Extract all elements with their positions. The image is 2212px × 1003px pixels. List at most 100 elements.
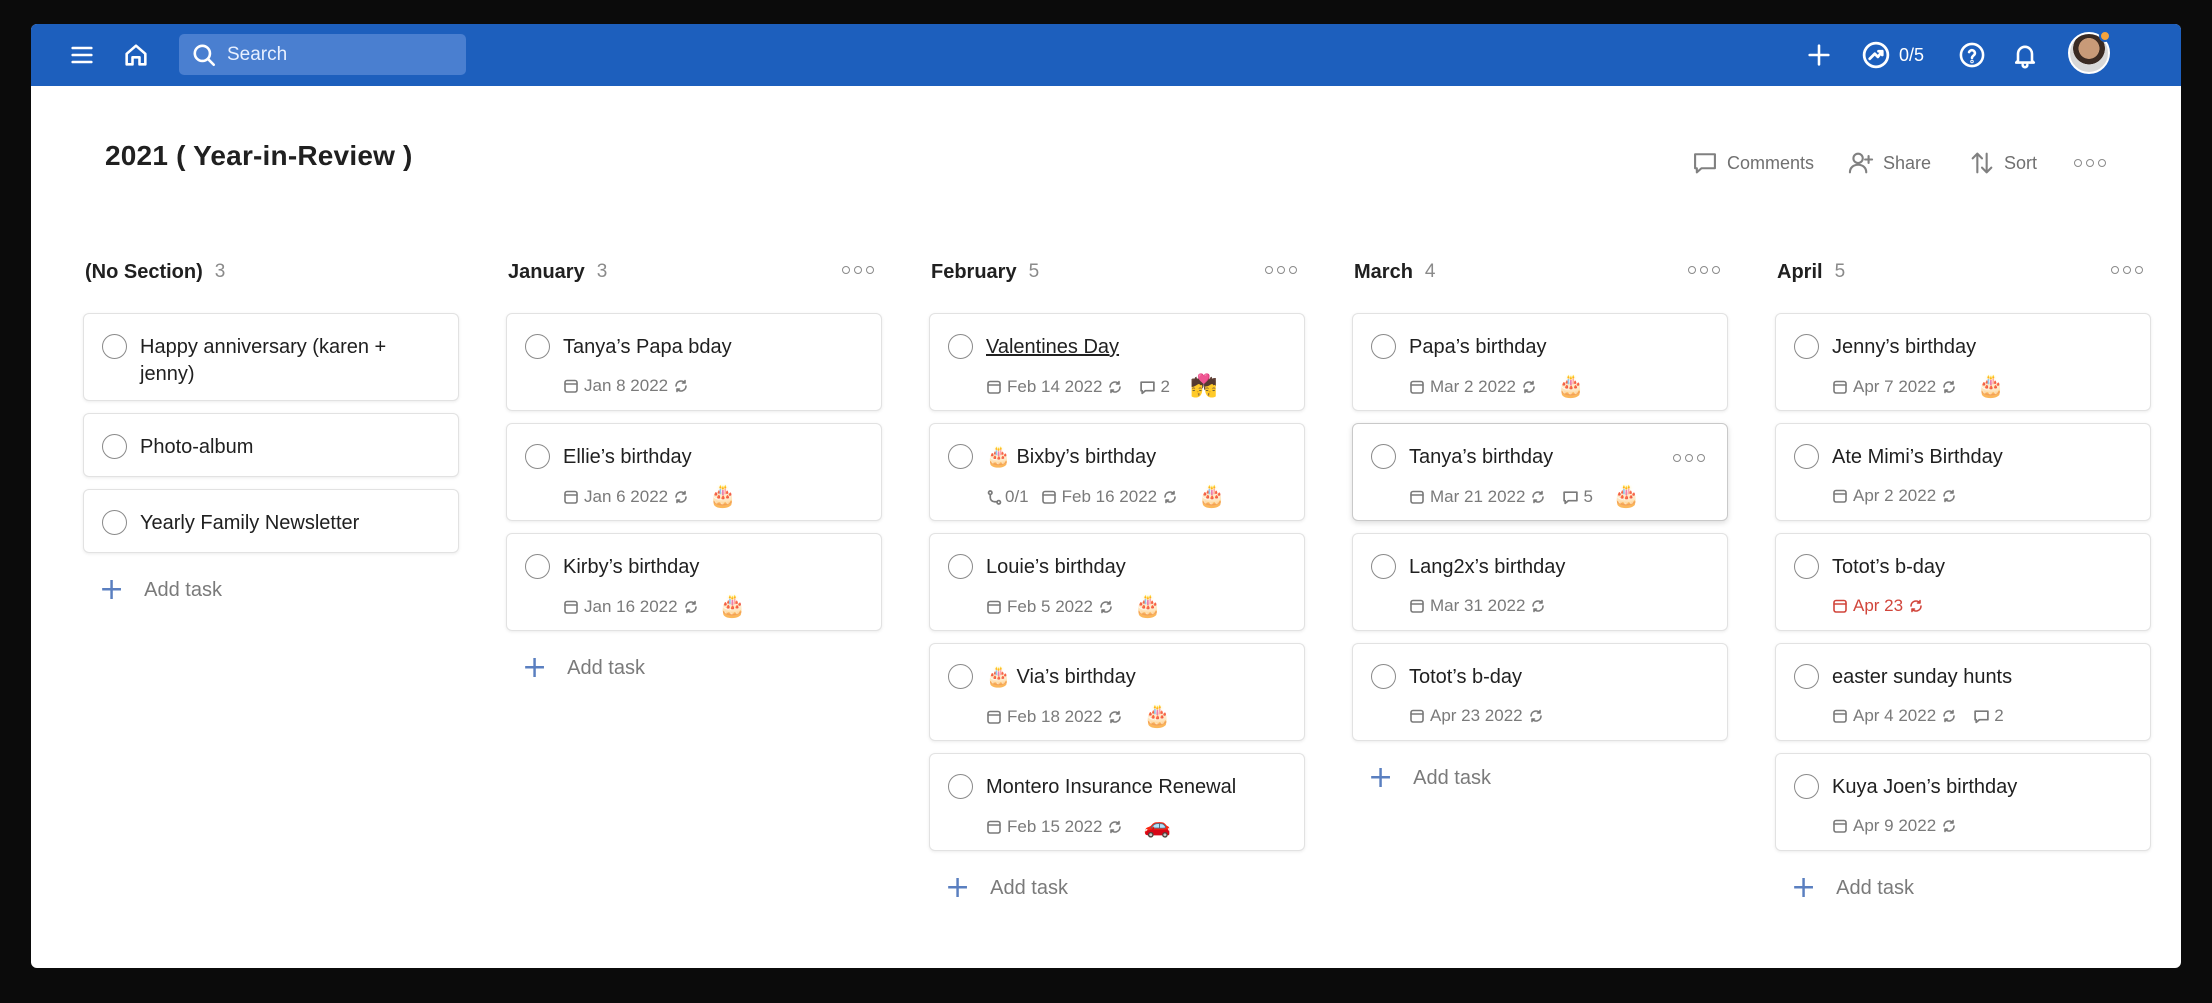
task-checkbox[interactable] [1794,554,1819,579]
task-checkbox[interactable] [948,444,973,469]
task-title[interactable]: Ate Mimi’s Birthday [1832,444,2128,471]
task-title[interactable]: Happy anniversary (karen + jenny) [140,334,436,388]
due-date[interactable]: Apr 4 2022 [1853,706,1936,726]
due-date[interactable]: Feb 16 2022 [1062,487,1157,507]
task-title[interactable]: Lang2x’s birthday [1409,554,1705,581]
task-card[interactable]: Ate Mimi’s Birthday Apr 2 2022 [1775,423,2151,521]
plus-icon[interactable] [1802,38,1836,72]
task-card[interactable]: 🎂 Via’s birthday Feb 18 2022 🎂 [929,643,1305,741]
section-more-icon[interactable] [1688,266,1720,274]
due-date[interactable]: Feb 14 2022 [1007,377,1102,397]
task-card[interactable]: Lang2x’s birthday Mar 31 2022 [1352,533,1728,631]
due-date[interactable]: Apr 9 2022 [1853,816,1936,836]
due-date[interactable]: Apr 23 2022 [1430,706,1523,726]
task-checkbox[interactable] [525,554,550,579]
menu-icon[interactable] [65,38,99,72]
task-title[interactable]: Ellie’s birthday [563,444,859,471]
task-title[interactable]: Totot’s b-day [1832,554,2128,581]
task-card[interactable]: Ellie’s birthday Jan 6 2022 🎂 [506,423,882,521]
due-date[interactable]: Apr 2 2022 [1853,486,1936,506]
task-checkbox[interactable] [525,444,550,469]
task-card[interactable]: Totot’s b-day Apr 23 2022 [1352,643,1728,741]
task-checkbox[interactable] [1794,444,1819,469]
due-date[interactable]: Mar 21 2022 [1430,487,1525,507]
task-title[interactable]: Kirby’s birthday [563,554,859,581]
task-checkbox[interactable] [1371,664,1396,689]
due-date[interactable]: Mar 31 2022 [1430,596,1525,616]
task-checkbox[interactable] [1371,334,1396,359]
help-icon[interactable] [1955,38,1989,72]
task-title[interactable]: Tanya’s Papa bday [563,334,859,361]
home-icon[interactable] [119,38,153,72]
add-task-button[interactable]: + Add task [99,575,222,605]
task-checkbox[interactable] [525,334,550,359]
task-title[interactable]: Jenny’s birthday [1832,334,2128,361]
more-options-icon[interactable] [2074,148,2106,178]
due-date[interactable]: Apr 23 [1853,596,1903,616]
sort-button[interactable]: Sort [1968,148,2037,178]
task-card[interactable]: Tanya’s Papa bday Jan 8 2022 [506,313,882,411]
due-date[interactable]: Mar 2 2022 [1430,377,1516,397]
add-task-button[interactable]: + Add task [1791,873,1914,903]
due-date[interactable]: Feb 5 2022 [1007,597,1093,617]
task-title[interactable]: Papa’s birthday [1409,334,1705,361]
task-checkbox[interactable] [948,554,973,579]
task-card[interactable]: Kirby’s birthday Jan 16 2022 🎂 [506,533,882,631]
task-more-icon[interactable] [1673,454,1705,462]
task-card[interactable]: Valentines Day Feb 14 2022 2 💏 [929,313,1305,411]
task-checkbox[interactable] [948,774,973,799]
task-card[interactable]: Kuya Joen’s birthday Apr 9 2022 [1775,753,2151,851]
task-checkbox[interactable] [1794,334,1819,359]
section-more-icon[interactable] [1265,266,1297,274]
task-checkbox[interactable] [1371,554,1396,579]
task-card[interactable]: 🎂 Bixby’s birthday 0/1 Feb 16 2022 🎂 [929,423,1305,521]
task-card[interactable]: Happy anniversary (karen + jenny) [83,313,459,401]
add-task-button[interactable]: + Add task [522,653,645,683]
task-title[interactable]: Montero Insurance Renewal [986,774,1282,801]
task-title[interactable]: Totot’s b-day [1409,664,1705,691]
task-title[interactable]: Louie’s birthday [986,554,1282,581]
section-more-icon[interactable] [2111,266,2143,274]
due-date[interactable]: Apr 7 2022 [1853,377,1936,397]
task-card[interactable]: Montero Insurance Renewal Feb 15 2022 🚗 [929,753,1305,851]
task-title[interactable]: Tanya’s birthday [1409,444,1705,471]
add-task-button[interactable]: + Add task [945,873,1068,903]
due-date[interactable]: Jan 8 2022 [584,376,668,396]
task-title[interactable]: Photo-album [140,434,436,461]
share-button[interactable]: Share [1847,148,1931,178]
bell-icon[interactable] [2008,38,2042,72]
due-date[interactable]: Jan 16 2022 [584,597,678,617]
search-input[interactable]: Search [179,34,466,75]
task-title[interactable]: 🎂 Bixby’s birthday [986,444,1282,471]
task-checkbox[interactable] [1371,444,1396,469]
task-card[interactable]: Photo-album [83,413,459,477]
due-date[interactable]: Jan 6 2022 [584,487,668,507]
section-more-icon[interactable] [842,266,874,274]
task-card[interactable]: easter sunday hunts Apr 4 2022 2 [1775,643,2151,741]
task-card[interactable]: Louie’s birthday Feb 5 2022 🎂 [929,533,1305,631]
task-title[interactable]: Valentines Day [986,334,1282,361]
task-checkbox[interactable] [102,510,127,535]
task-checkbox[interactable] [102,434,127,459]
due-date[interactable]: Feb 18 2022 [1007,707,1102,727]
task-card[interactable]: Yearly Family Newsletter [83,489,459,553]
task-card[interactable]: Jenny’s birthday Apr 7 2022 🎂 [1775,313,2151,411]
task-title[interactable]: easter sunday hunts [1832,664,2128,691]
task-card[interactable]: Totot’s b-day Apr 23 [1775,533,2151,631]
task-title[interactable]: 🎂 Via’s birthday [986,664,1282,691]
task-title[interactable]: Kuya Joen’s birthday [1832,774,2128,801]
task-checkbox[interactable] [948,664,973,689]
task-card[interactable]: Papa’s birthday Mar 2 2022 🎂 [1352,313,1728,411]
recurring-icon [1109,820,1122,834]
section-count: 3 [596,261,608,282]
task-checkbox[interactable] [948,334,973,359]
add-task-button[interactable]: + Add task [1368,763,1491,793]
due-date[interactable]: Feb 15 2022 [1007,817,1102,837]
comments-button[interactable]: Comments [1691,148,1814,178]
task-checkbox[interactable] [1794,664,1819,689]
task-title[interactable]: Yearly Family Newsletter [140,510,436,537]
task-checkbox[interactable] [1794,774,1819,799]
karma-button[interactable]: 0/5 [1861,38,1924,72]
task-card[interactable]: Tanya’s birthday Mar 21 2022 5 🎂 [1352,423,1728,521]
task-checkbox[interactable] [102,334,127,359]
